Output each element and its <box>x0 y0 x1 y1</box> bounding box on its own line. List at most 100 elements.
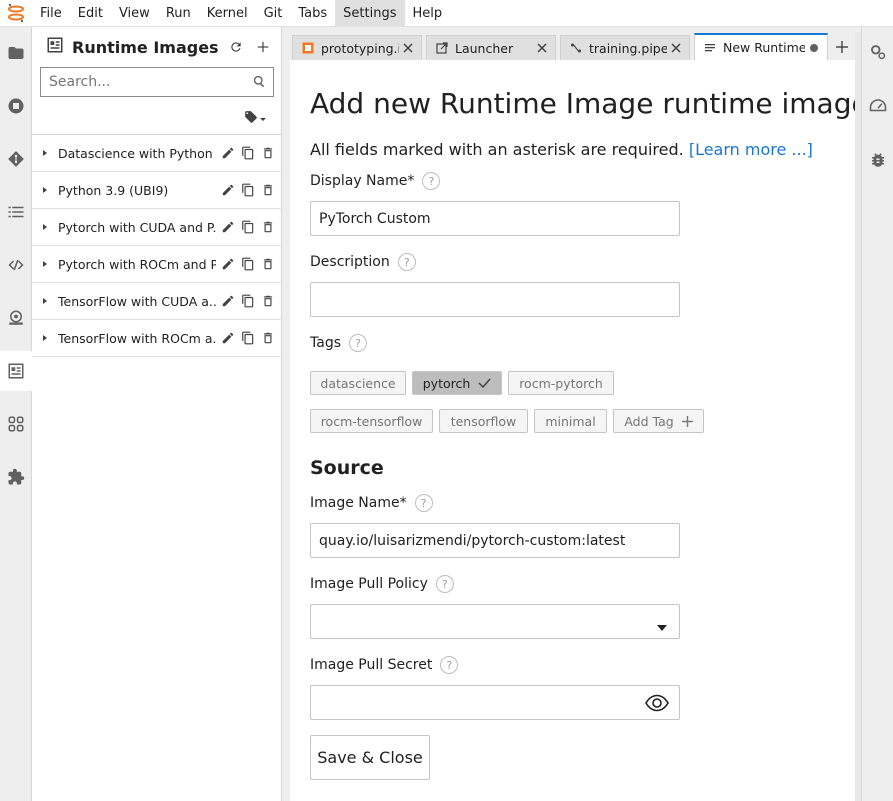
delete-icon[interactable] <box>260 182 276 198</box>
tag-chip-minimal[interactable]: minimal <box>534 409 607 433</box>
menu-view[interactable]: View <box>111 0 158 27</box>
unsaved-indicator-icon[interactable] <box>807 41 821 55</box>
eye-icon[interactable] <box>645 694 669 716</box>
table-of-contents-icon[interactable] <box>0 192 32 232</box>
add-tag-button[interactable]: Add Tag <box>613 409 704 433</box>
menu-kernel[interactable]: Kernel <box>199 0 256 27</box>
help-icon[interactable]: ? <box>435 575 454 593</box>
duplicate-icon[interactable] <box>240 219 256 235</box>
edit-icon[interactable] <box>220 219 236 235</box>
help-icon[interactable]: ? <box>422 172 441 190</box>
pull-secret-label-text: Image Pull Secret <box>310 657 433 673</box>
delete-icon[interactable] <box>260 293 276 309</box>
list-item[interactable]: TensorFlow with CUDA a... <box>32 283 282 320</box>
menu-edit[interactable]: Edit <box>70 0 111 27</box>
list-item[interactable]: Datascience with Python ... <box>32 135 282 172</box>
refresh-icon[interactable] <box>227 38 245 56</box>
document-tab-bar: prototyping.ipynb Launcher training.pipe… <box>290 32 855 60</box>
debugger-icon[interactable] <box>862 145 893 175</box>
menu-file[interactable]: File <box>32 0 70 27</box>
delete-icon[interactable] <box>260 145 276 161</box>
component-catalogs-icon[interactable] <box>0 404 32 444</box>
property-inspector-icon[interactable] <box>862 37 893 67</box>
tag-chip-pytorch[interactable]: pytorch <box>412 371 502 395</box>
tab-prototyping[interactable]: prototyping.ipynb <box>292 35 422 60</box>
menu-git[interactable]: Git <box>256 0 291 27</box>
learn-more-link[interactable]: [Learn more ...] <box>689 140 813 159</box>
tag-icon <box>244 109 258 128</box>
pull-policy-select[interactable] <box>310 604 680 639</box>
edit-icon[interactable] <box>220 145 236 161</box>
duplicate-icon[interactable] <box>240 330 256 346</box>
duplicate-icon[interactable] <box>240 182 256 198</box>
new-launcher-button[interactable] <box>832 37 852 57</box>
page-title: Add new Runtime Image runtime image <box>310 87 869 120</box>
duplicate-icon[interactable] <box>240 145 256 161</box>
pull-policy-label-text: Image Pull Policy <box>310 576 428 592</box>
list-item[interactable]: Python 3.9 (UBI9) <box>32 172 282 209</box>
tab-launcher[interactable]: Launcher <box>426 35 556 60</box>
menu-tabs[interactable]: Tabs <box>290 0 335 27</box>
runtime-image-name: Python 3.9 (UBI9) <box>58 182 169 198</box>
runtime-image-name: TensorFlow with CUDA a... <box>58 293 216 309</box>
edit-icon[interactable] <box>220 256 236 272</box>
launch-icon <box>435 41 449 55</box>
delete-icon[interactable] <box>260 330 276 346</box>
tag-chip-tensorflow[interactable]: tensorflow <box>439 409 528 433</box>
search-input[interactable] <box>49 74 239 90</box>
image-name-label: Image Name* ? <box>310 494 433 512</box>
tab-new-runtime-image[interactable]: New Runtime Image <box>694 33 828 60</box>
duplicate-icon[interactable] <box>240 293 256 309</box>
tag-filter-dropdown[interactable] <box>244 109 274 127</box>
runtimes-icon[interactable] <box>0 298 32 338</box>
help-icon[interactable]: ? <box>349 334 367 352</box>
menu-run[interactable]: Run <box>158 0 199 27</box>
git-icon[interactable] <box>0 139 32 179</box>
help-icon[interactable]: ? <box>397 253 416 271</box>
running-kernels-icon[interactable] <box>0 86 32 126</box>
help-icon[interactable]: ? <box>440 656 459 674</box>
help-icon[interactable]: ? <box>414 494 433 512</box>
close-icon[interactable] <box>669 41 683 55</box>
plus-icon <box>681 415 693 427</box>
menu-settings[interactable]: Settings <box>335 0 405 27</box>
runtime-images-icon[interactable] <box>0 351 32 391</box>
tag-chip-datascience[interactable]: datascience <box>310 371 406 395</box>
runtime-images-panel: Runtime Images Datascience with Python .… <box>32 27 282 801</box>
image-name-field[interactable]: quay.io/luisarizmendi/pytorch-custom:lat… <box>310 523 680 558</box>
expand-caret-icon[interactable] <box>32 223 58 231</box>
tag-chip-rocm-tensorflow[interactable]: rocm-tensorflow <box>310 409 433 433</box>
list-item[interactable]: TensorFlow with ROCm a... <box>32 320 282 357</box>
tab-training-pipeline[interactable]: training.pipeline <box>560 35 690 60</box>
code-snippets-icon[interactable] <box>0 245 32 285</box>
list-item[interactable]: Pytorch with CUDA and P... <box>32 209 282 246</box>
duplicate-icon[interactable] <box>240 256 256 272</box>
search-icon <box>252 74 267 93</box>
extensions-icon[interactable] <box>0 457 32 497</box>
display-name-field[interactable]: PyTorch Custom <box>310 201 680 236</box>
expand-caret-icon[interactable] <box>32 297 58 305</box>
pull-policy-label: Image Pull Policy ? <box>310 575 454 593</box>
edit-icon[interactable] <box>220 293 236 309</box>
close-icon[interactable] <box>401 41 415 55</box>
description-field[interactable] <box>310 282 680 317</box>
list-item[interactable]: Pytorch with ROCm and P... <box>32 246 282 283</box>
add-runtime-image-icon[interactable] <box>254 38 272 56</box>
save-close-button[interactable]: Save & Close <box>310 735 430 780</box>
tag-chip-rocm-pytorch[interactable]: rocm-pytorch <box>508 371 614 395</box>
resource-usage-gauge-icon[interactable] <box>862 91 893 121</box>
expand-caret-icon[interactable] <box>32 260 58 268</box>
expand-caret-icon[interactable] <box>32 334 58 342</box>
runtime-images-header-icon <box>46 36 64 58</box>
expand-caret-icon[interactable] <box>32 186 58 194</box>
close-icon[interactable] <box>535 41 549 55</box>
menu-help[interactable]: Help <box>405 0 451 27</box>
folder-icon[interactable] <box>0 33 32 73</box>
edit-icon[interactable] <box>220 182 236 198</box>
expand-caret-icon[interactable] <box>32 149 58 157</box>
delete-icon[interactable] <box>260 219 276 235</box>
delete-icon[interactable] <box>260 256 276 272</box>
pull-secret-field[interactable] <box>310 685 680 720</box>
pipeline-icon <box>569 41 583 55</box>
edit-icon[interactable] <box>220 330 236 346</box>
